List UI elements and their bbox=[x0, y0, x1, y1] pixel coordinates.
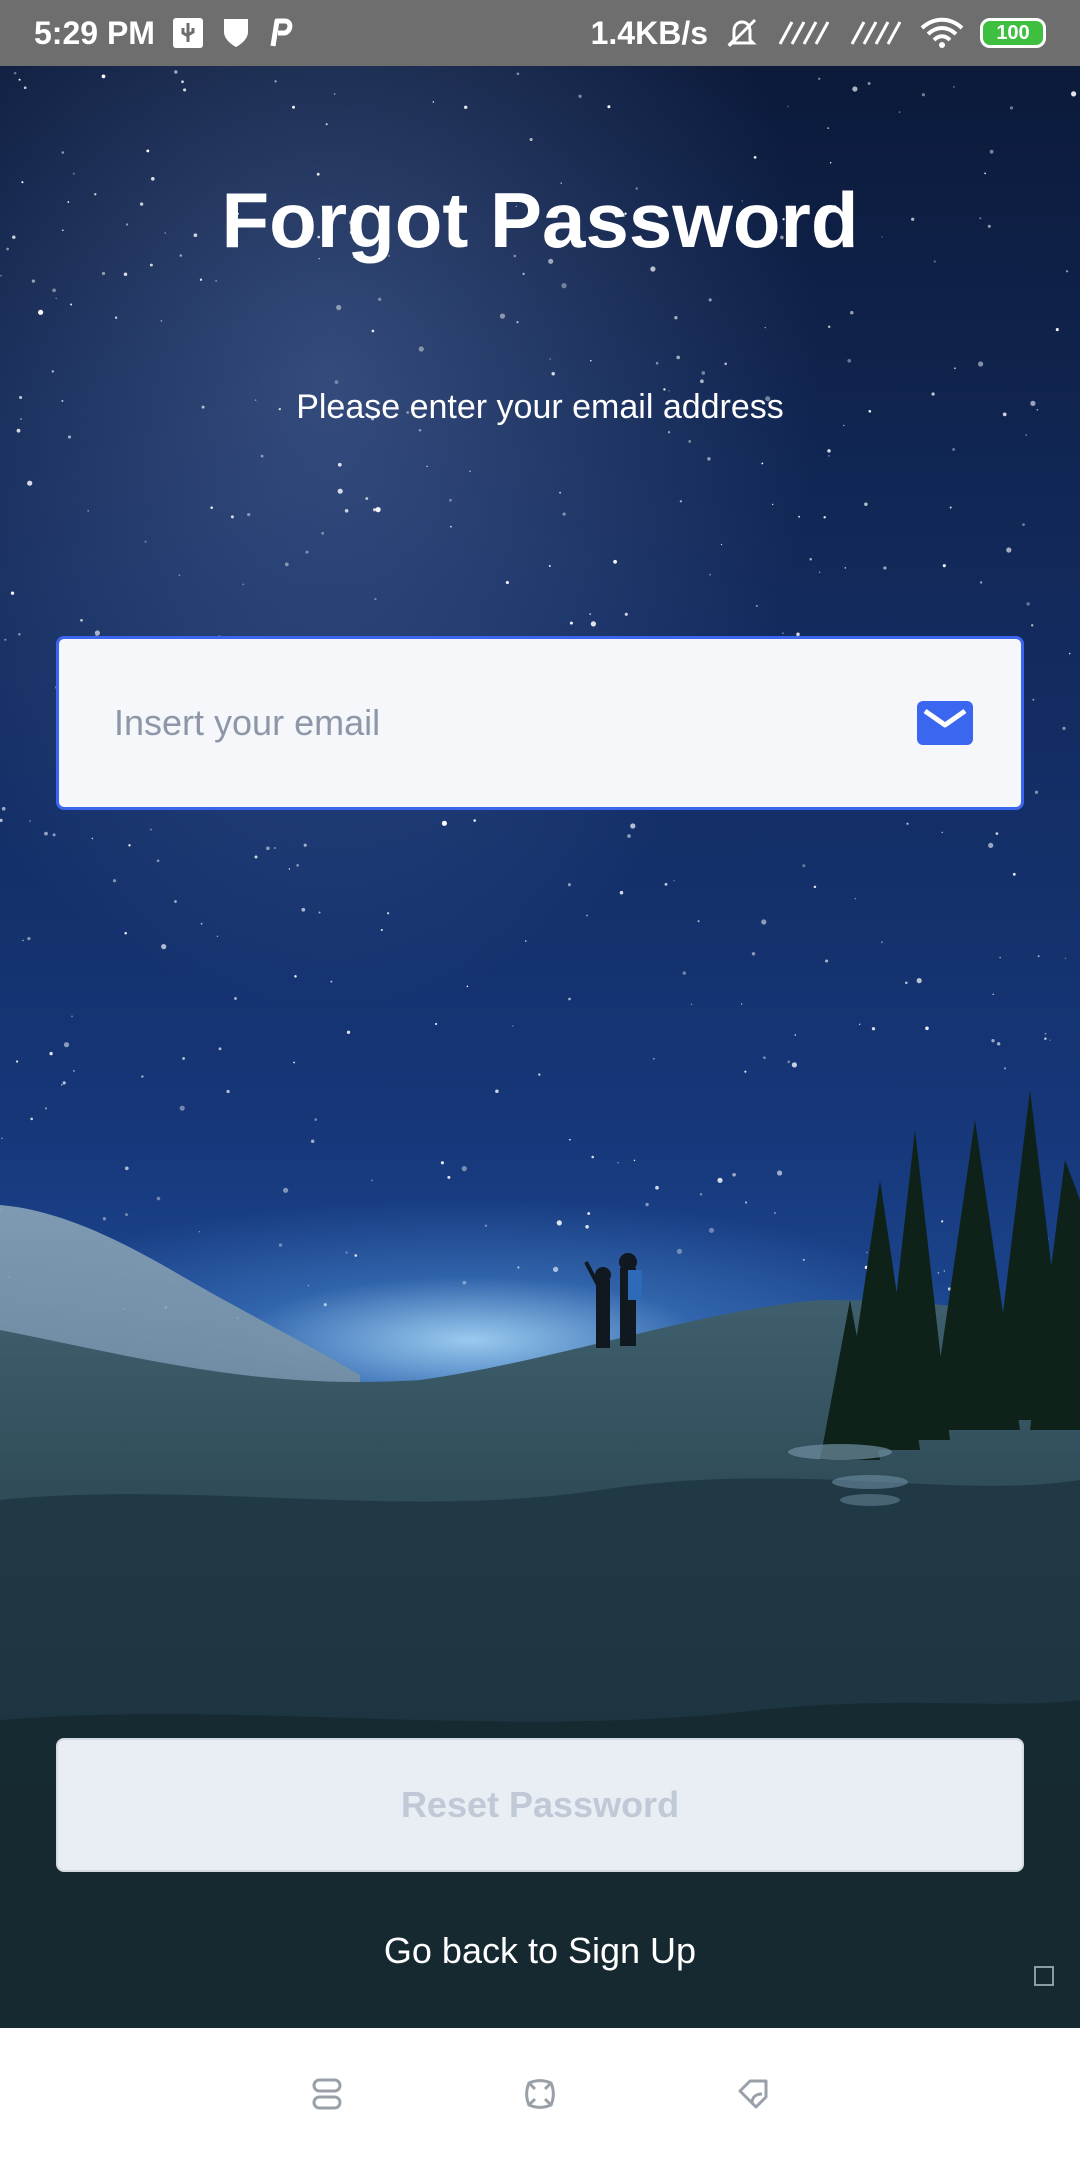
status-bar: 5:29 PM 1.4KB/s 100 bbox=[0, 0, 1080, 66]
battery-indicator: 100 bbox=[980, 18, 1046, 48]
email-input[interactable] bbox=[114, 702, 874, 744]
navigation-bar bbox=[0, 2028, 1080, 2160]
page-subtitle: Please enter your email address bbox=[296, 388, 784, 426]
mail-icon bbox=[917, 701, 973, 745]
landscape-illustration bbox=[0, 1090, 1080, 2028]
signal-icon bbox=[776, 18, 832, 48]
signal-icon bbox=[848, 18, 904, 48]
reset-password-button[interactable]: Reset Password bbox=[56, 1738, 1024, 1872]
shield-icon bbox=[221, 16, 251, 50]
muted-alarm-icon bbox=[724, 16, 760, 50]
go-back-to-sign-up-link[interactable]: Go back to Sign Up bbox=[0, 1930, 1080, 1972]
status-bar-left: 5:29 PM bbox=[34, 15, 295, 52]
status-time: 5:29 PM bbox=[34, 14, 155, 51]
square-indicator-icon bbox=[1034, 1966, 1054, 1986]
email-field[interactable] bbox=[56, 636, 1024, 810]
back-icon[interactable] bbox=[733, 2074, 773, 2114]
recents-icon[interactable] bbox=[307, 2074, 347, 2114]
status-bar-right: 1.4KB/s 100 bbox=[591, 15, 1046, 52]
network-speed: 1.4KB/s bbox=[590, 14, 708, 51]
p-app-icon bbox=[267, 16, 295, 50]
home-icon[interactable] bbox=[520, 2074, 560, 2114]
wifi-icon bbox=[920, 16, 964, 50]
usb-icon bbox=[171, 16, 205, 50]
forgot-password-screen: 5:29 PM 1.4KB/s 100 Forgot Password Plea… bbox=[0, 0, 1080, 2160]
page-title: Forgot Password bbox=[221, 176, 859, 264]
